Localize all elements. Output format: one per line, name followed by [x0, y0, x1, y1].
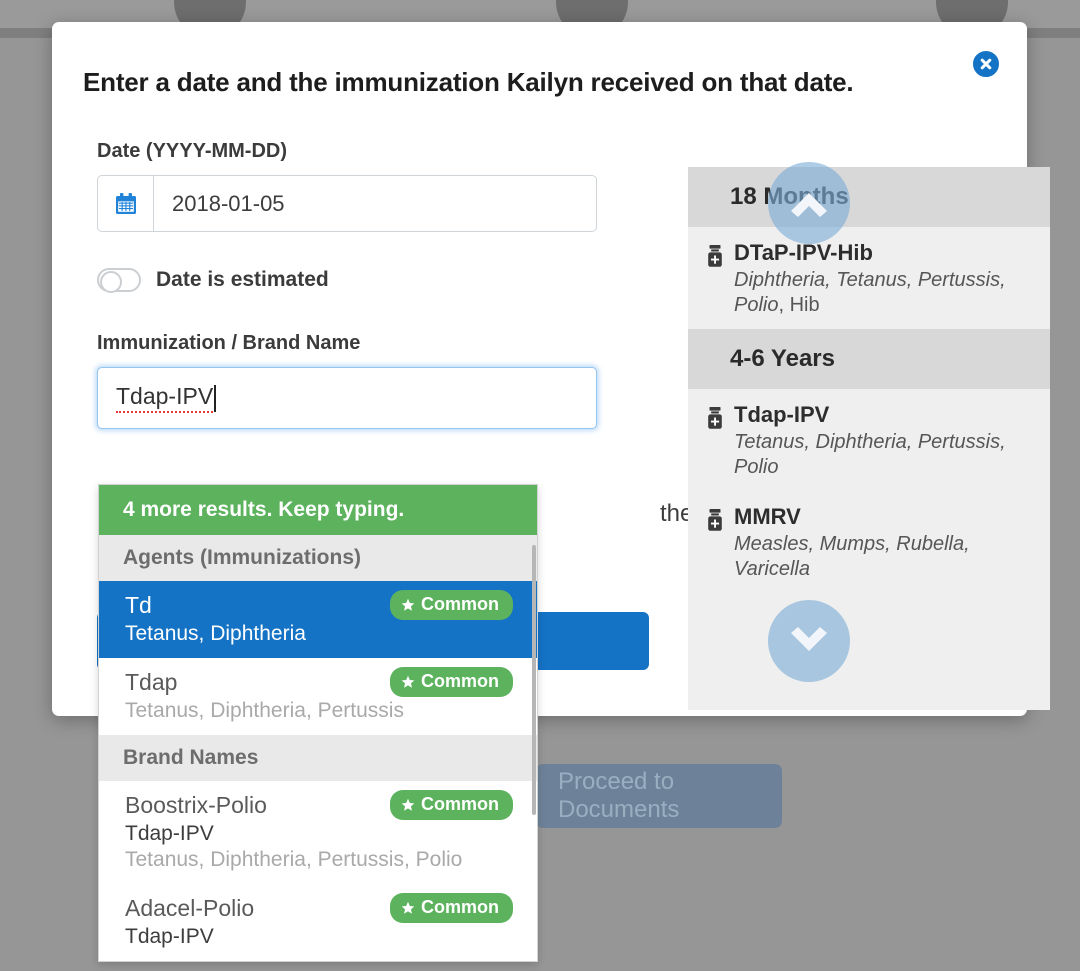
common-badge-label: Common — [421, 671, 499, 691]
autocomplete-dropdown: 4 more results. Keep typing. Agents (Imm… — [98, 484, 538, 962]
dropdown-option[interactable]: Tdap Common Tetanus, Diphtheria, Pertuss… — [99, 658, 537, 735]
star-icon — [401, 598, 415, 611]
dropdown-option[interactable]: Adacel-Polio Common Tdap-IPV — [99, 884, 537, 961]
common-badge-label: Common — [421, 594, 499, 614]
proceed-to-documents-label: Proceed to Documents — [558, 768, 680, 823]
dropdown-option-name: Td — [125, 591, 152, 618]
immunization-field-label: Immunization / Brand Name — [97, 332, 361, 354]
schedule-item[interactable]: DTaP-IPV-Hib Diphtheria, Tetanus, Pertus… — [688, 227, 1050, 329]
schedule-section-heading: 18 Months — [688, 167, 1050, 227]
schedule-item-name: Tdap-IPV — [734, 401, 830, 427]
dropdown-option-name: Boostrix-Polio — [125, 791, 267, 818]
schedule-desc-italic: Diphtheria, Tetanus, Pertussis, Polio — [734, 269, 1006, 317]
calendar-icon — [115, 192, 136, 214]
vaccine-bottle-icon — [706, 240, 734, 319]
text-caret — [214, 384, 217, 412]
common-badge-label: Common — [421, 897, 499, 917]
schedule-section-heading: 4-6 Years — [688, 328, 1050, 389]
immunization-input[interactable]: Tdap-IPV — [97, 367, 597, 429]
schedule-item-name: DTaP-IPV-Hib — [734, 240, 873, 265]
dropdown-option-agent: Tdap-IPV — [125, 925, 214, 948]
chevron-up-icon — [791, 193, 827, 217]
calendar-icon-button[interactable] — [98, 176, 154, 231]
chevron-down-icon — [791, 627, 827, 651]
dropdown-group-header: Brand Names — [99, 735, 537, 781]
immunization-schedule-panel: 18 Months DTaP-IPV-Hib Diphtheria, Tetan… — [688, 167, 1050, 710]
common-badge: Common — [390, 790, 513, 820]
dropdown-option-components: Tetanus, Diphtheria, Pertussis, Polio — [125, 848, 463, 871]
schedule-item-description: Tetanus, Diphtheria, Pertussis, Polio — [734, 430, 1006, 479]
date-estimated-label: Date is estimated — [156, 268, 329, 291]
schedule-item-name: MMRV — [734, 503, 801, 529]
dropdown-option-agent: Tdap-IPV — [125, 822, 214, 845]
schedule-scroll-down-button[interactable] — [768, 600, 850, 682]
close-button[interactable] — [971, 49, 1001, 79]
schedule-item[interactable]: Tdap-IPV Tetanus, Diphtheria, Pertussis,… — [688, 389, 1050, 491]
schedule-item-description: Measles, Mumps, Rubella, Varicella — [734, 532, 970, 580]
star-icon — [401, 901, 415, 914]
schedule-desc-plain: , Hib — [778, 294, 820, 317]
date-field-label: Date (YYYY-MM-DD) — [97, 140, 288, 162]
vaccine-bottle-icon — [706, 504, 734, 583]
proceed-to-documents-button: Proceed to Documents — [536, 764, 782, 828]
dropdown-results-banner: 4 more results. Keep typing. — [99, 485, 537, 535]
common-badge-label: Common — [421, 794, 499, 814]
immunization-input-value: Tdap-IPV — [116, 383, 214, 413]
dropdown-group-header: Agents (Immunizations) — [99, 535, 537, 581]
common-badge: Common — [390, 667, 513, 697]
page-title: Enter a date and the immunization Kailyn… — [83, 67, 854, 97]
date-estimated-toggle[interactable] — [97, 268, 141, 293]
date-input-group[interactable]: 2018-01-05 — [97, 175, 597, 232]
dropdown-scrollbar[interactable] — [532, 545, 536, 815]
dropdown-option-components: Tetanus, Diphtheria — [125, 622, 306, 645]
date-estimated-row[interactable]: Date is estimated — [97, 268, 617, 293]
dropdown-option-components: Tetanus, Diphtheria, Pertussis — [125, 699, 404, 722]
star-icon — [401, 798, 415, 811]
dropdown-option-name: Tdap — [125, 668, 178, 695]
schedule-item[interactable]: MMRV Measles, Mumps, Rubella, Varicella — [688, 491, 1050, 593]
vaccine-bottle-icon — [706, 402, 734, 481]
dropdown-option[interactable]: Boostrix-Polio Common Tdap-IPV Tetanus, … — [99, 781, 537, 884]
star-icon — [401, 675, 415, 688]
schedule-item-description: Diphtheria, Tetanus, Pertussis, Polio, H… — [734, 268, 1030, 319]
entry-form: Date (YYYY-MM-DD) 2018-01-05 Date is est… — [97, 140, 617, 429]
dropdown-option-name: Adacel-Polio — [125, 894, 255, 921]
schedule-scroll-up-button[interactable] — [768, 162, 850, 244]
dropdown-option[interactable]: Td Common Tetanus, Diphtheria — [99, 581, 537, 658]
date-input[interactable]: 2018-01-05 — [154, 176, 596, 231]
close-icon — [980, 58, 992, 70]
common-badge: Common — [390, 590, 513, 620]
common-badge: Common — [390, 893, 513, 923]
